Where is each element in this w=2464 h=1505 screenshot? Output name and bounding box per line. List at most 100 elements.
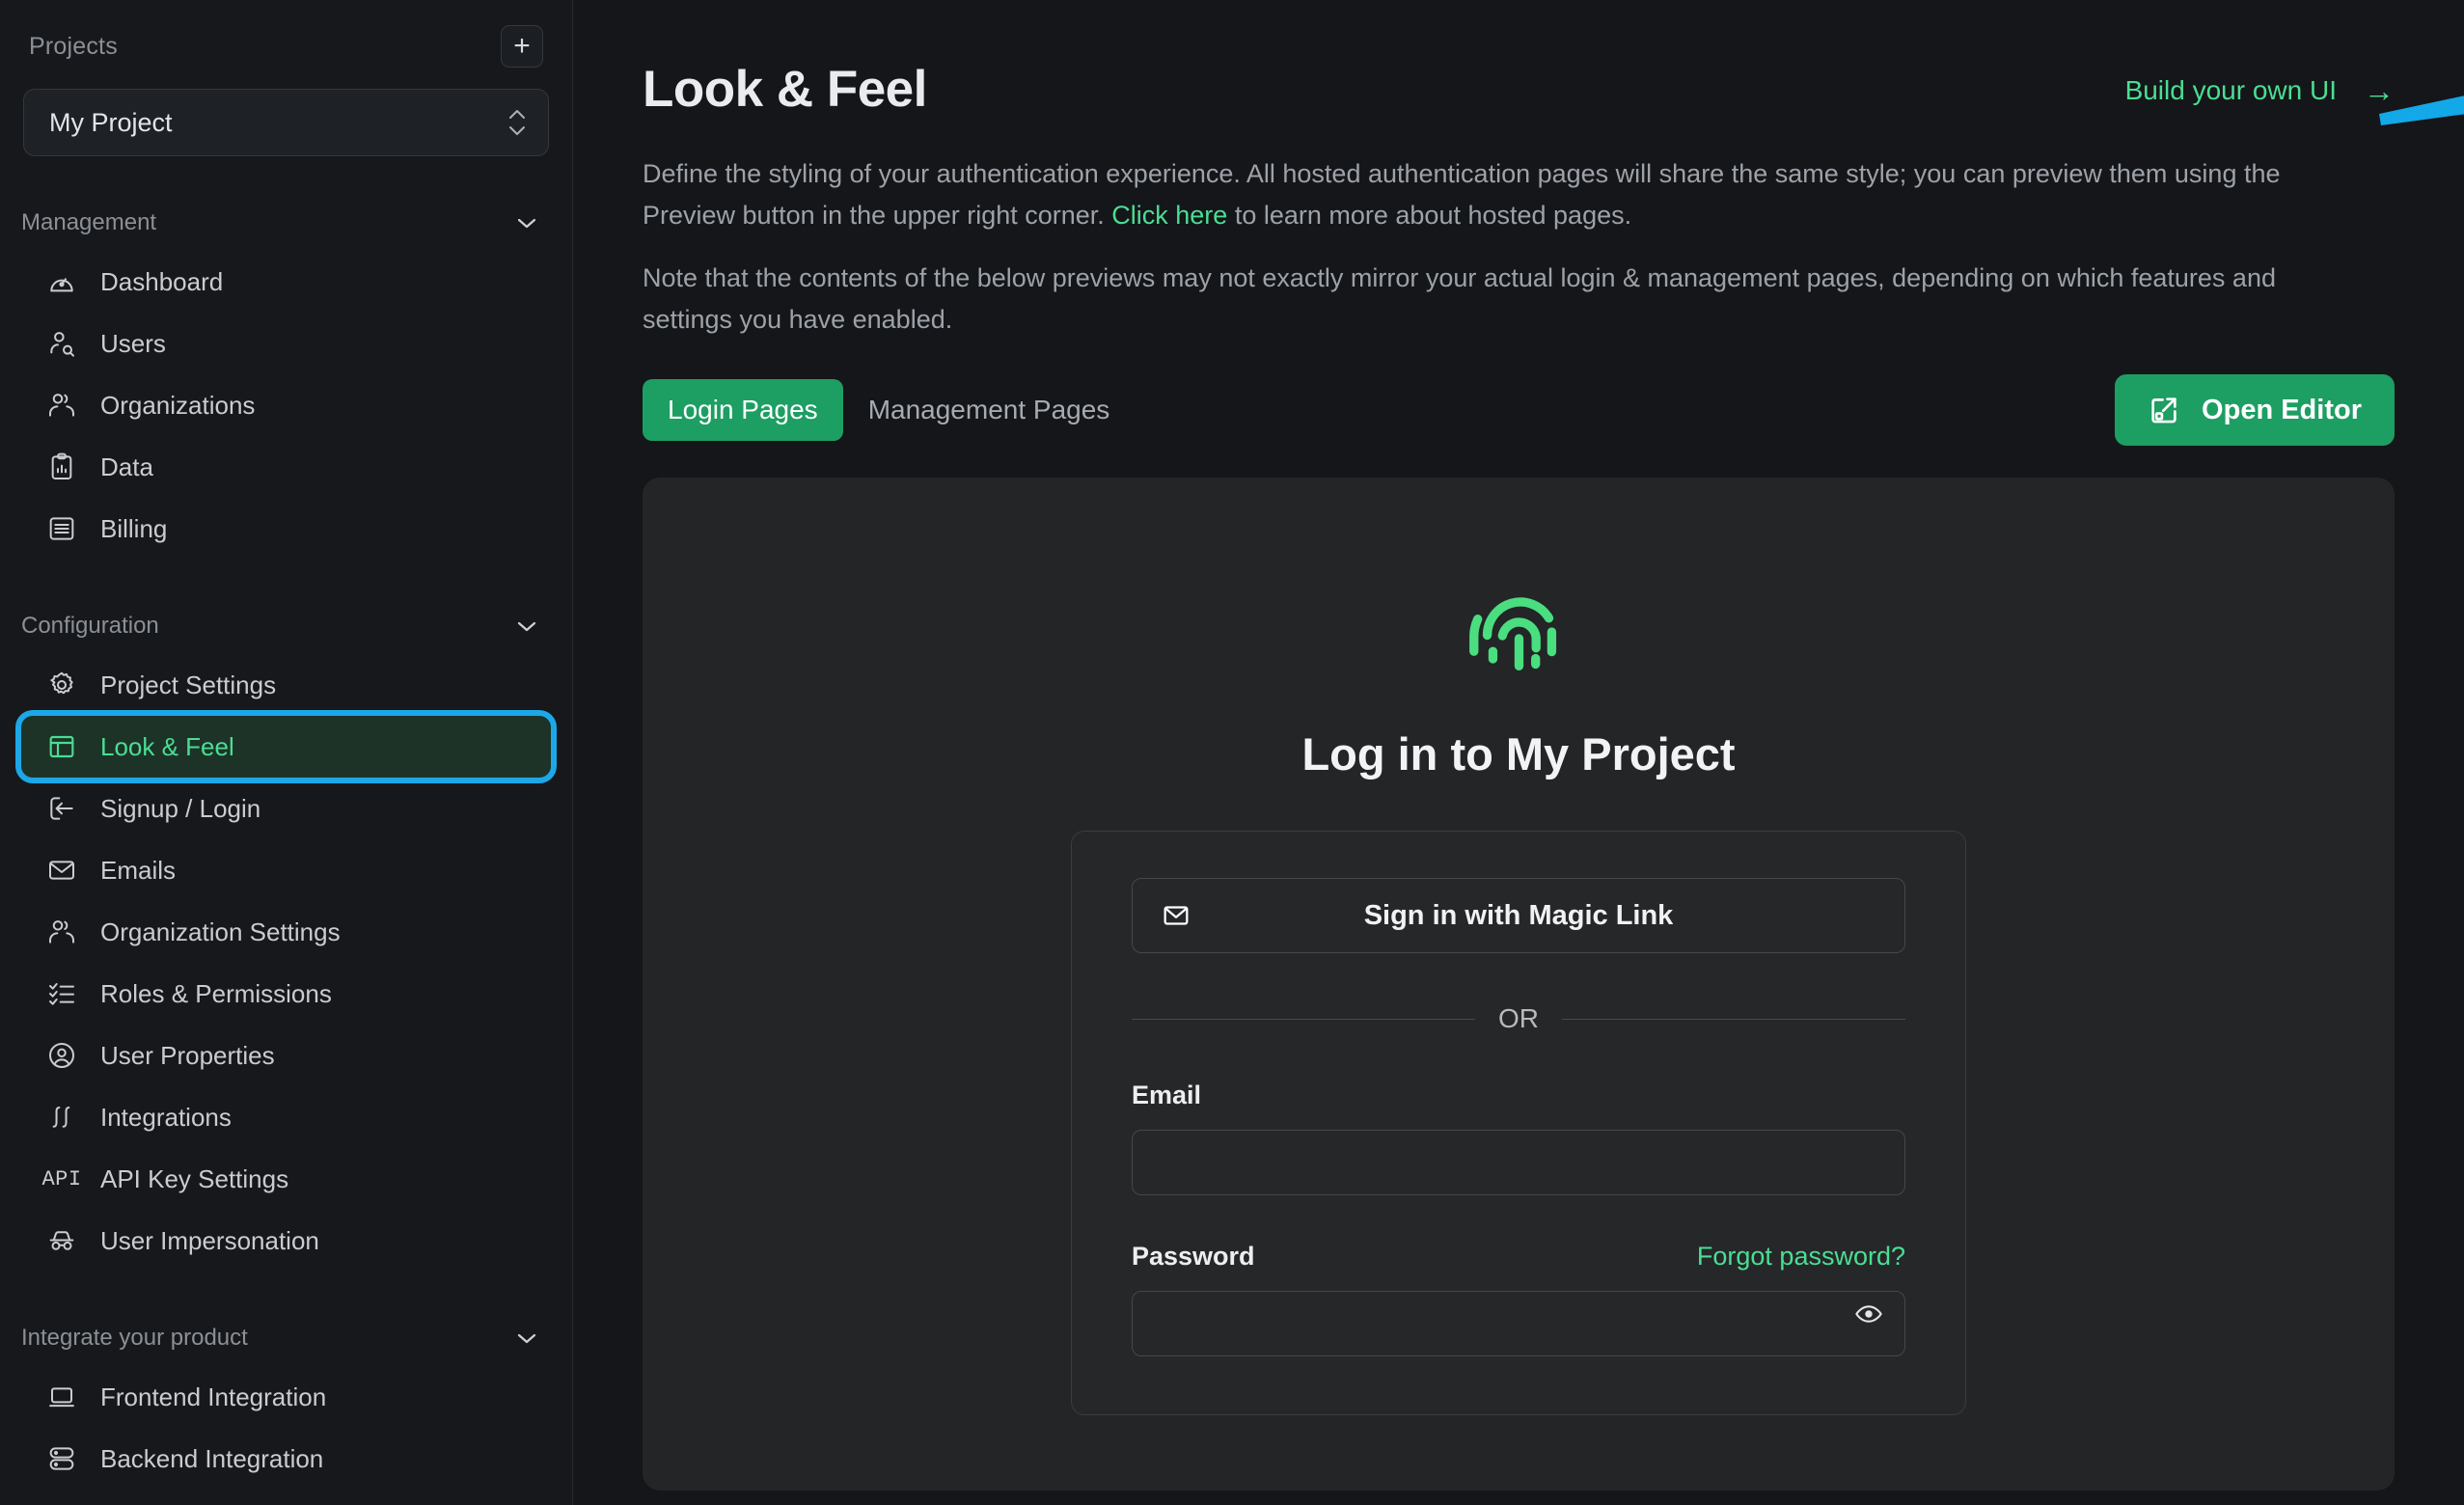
gauge-icon <box>44 264 79 299</box>
sidebar-item-users[interactable]: Users <box>21 313 551 374</box>
email-input[interactable] <box>1132 1130 1905 1195</box>
sidebar-item-backend-integration[interactable]: Backend Integration <box>21 1428 551 1490</box>
description-paragraph-1: Define the styling of your authenticatio… <box>643 153 2360 236</box>
sidebar-item-label: User Impersonation <box>100 1225 319 1255</box>
sidebar-item-label: Project Settings <box>100 670 277 699</box>
build-link-label: Build your own UI <box>2124 75 2337 105</box>
fingerprint-icon <box>1469 597 1557 671</box>
nav-list-management: Dashboard Users Organizations Data Billi… <box>0 251 572 560</box>
group-title-management: Management <box>21 209 157 235</box>
tab-management-pages[interactable]: Management Pages <box>843 379 1136 441</box>
divider-line-right <box>1562 1018 1905 1020</box>
sidebar-item-label: Emails <box>100 855 177 885</box>
sidebar-item-label: Billing <box>100 513 168 543</box>
sidebar-item-terraform[interactable]: Terraform <box>21 1490 551 1505</box>
main-content: Look & Feel Build your own UI → Define t… <box>573 0 2464 1505</box>
selected-project-label: My Project <box>49 107 173 137</box>
sidebar-item-roles-permissions[interactable]: Roles & Permissions <box>21 963 551 1025</box>
user-search-icon <box>44 326 79 361</box>
sidebar-projects-header: Projects + <box>0 0 572 68</box>
projects-label: Projects <box>29 32 118 60</box>
open-editor-label: Open Editor <box>2202 394 2362 425</box>
sidebar-item-organization-settings[interactable]: Organization Settings <box>21 901 551 963</box>
tab-login-pages[interactable]: Login Pages <box>643 379 843 441</box>
login-form-box: Sign in with Magic Link OR Email Passwor… <box>1071 831 1966 1415</box>
sidebar-item-user-impersonation[interactable]: User Impersonation <box>21 1210 551 1272</box>
forgot-password-link[interactable]: Forgot password? <box>1697 1242 1905 1272</box>
password-input[interactable] <box>1132 1291 1905 1356</box>
users-icon <box>44 388 79 423</box>
build-your-own-ui-link[interactable]: Build your own UI → <box>2125 75 2395 106</box>
eye-icon[interactable] <box>1853 1299 1884 1329</box>
nav-list-configuration: Project Settings Look & Feel Signup / Lo… <box>0 654 572 1272</box>
list-card-icon <box>44 511 79 546</box>
browser-window-icon <box>44 729 79 764</box>
app-root: Projects + My Project Management Dashboa… <box>0 0 2464 1505</box>
sidebar-item-label: API Key Settings <box>100 1163 289 1193</box>
sidebar-item-label: Signup / Login <box>100 793 261 823</box>
sidebar-item-integrations[interactable]: Integrations <box>21 1086 551 1148</box>
sidebar-item-emails[interactable]: Emails <box>21 839 551 901</box>
password-field-group: Password Forgot password? <box>1132 1242 1905 1356</box>
magic-link-label: Sign in with Magic Link <box>1363 899 1674 931</box>
password-field-header: Password Forgot password? <box>1132 1242 1905 1272</box>
plus-icon: + <box>513 30 531 62</box>
server-icon <box>44 1441 79 1476</box>
or-divider: OR <box>1132 1003 1905 1034</box>
gear-icon <box>44 668 79 702</box>
sidebar-item-dashboard[interactable]: Dashboard <box>21 251 551 313</box>
sidebar-item-label: Integrations <box>100 1102 232 1132</box>
sidebar-item-frontend-integration[interactable]: Frontend Integration <box>21 1366 551 1428</box>
click-here-link[interactable]: Click here <box>1111 201 1227 230</box>
password-input-wrap <box>1132 1272 1905 1356</box>
password-label: Password <box>1132 1242 1255 1271</box>
sidebar-item-label: Frontend Integration <box>100 1382 327 1411</box>
add-project-button[interactable]: + <box>501 25 543 68</box>
sidebar-item-label: Users <box>100 328 166 358</box>
sidebar-item-user-properties[interactable]: User Properties <box>21 1025 551 1086</box>
sidebar-item-billing[interactable]: Billing <box>21 498 551 560</box>
envelope-icon <box>1160 899 1192 932</box>
description-text-1b: to learn more about hosted pages. <box>1227 201 1632 230</box>
users-icon <box>44 915 79 949</box>
laptop-icon <box>44 1380 79 1414</box>
preview-tabs: Login Pages Management Pages Open Editor <box>643 374 2395 446</box>
chevron-up-down-icon <box>507 109 527 136</box>
fingerprint-logo <box>1462 574 1575 693</box>
or-label: OR <box>1498 1003 1539 1033</box>
nav-list-integrate: Frontend Integration Backend Integration… <box>0 1366 572 1505</box>
email-field-header: Email <box>1132 1081 1905 1110</box>
checklist-icon <box>44 976 79 1011</box>
sidebar-item-label: Organization Settings <box>100 917 341 946</box>
email-input-wrap <box>1132 1110 1905 1195</box>
sidebar-item-label: Roles & Permissions <box>100 978 332 1008</box>
sidebar-item-label: Backend Integration <box>100 1443 324 1473</box>
open-editor-button[interactable]: Open Editor <box>2115 374 2395 446</box>
clipboard-chart-icon <box>44 450 79 484</box>
sidebar-group-configuration[interactable]: Configuration <box>0 610 572 643</box>
sidebar-group-integrate[interactable]: Integrate your product <box>0 1322 572 1354</box>
project-selector[interactable]: My Project <box>23 89 549 156</box>
chevron-down-icon <box>517 621 536 632</box>
sidebar-item-look-and-feel[interactable]: Look & Feel <box>15 710 557 783</box>
sidebar-item-project-settings[interactable]: Project Settings <box>21 654 551 716</box>
external-editor-icon <box>2151 397 2177 424</box>
sidebar: Projects + My Project Management Dashboa… <box>0 0 573 1505</box>
sidebar-item-api-key-settings[interactable]: API API Key Settings <box>21 1148 551 1210</box>
sidebar-item-organizations[interactable]: Organizations <box>21 374 551 436</box>
divider-line-left <box>1132 1018 1475 1020</box>
sign-in-magic-link-button[interactable]: Sign in with Magic Link <box>1132 878 1905 953</box>
group-title-integrate: Integrate your product <box>21 1325 248 1351</box>
chevron-down-icon <box>517 218 536 229</box>
sidebar-item-signup-login[interactable]: Signup / Login <box>21 778 551 839</box>
login-arrow-icon <box>44 791 79 826</box>
sidebar-item-data[interactable]: Data <box>21 436 551 498</box>
sidebar-group-management[interactable]: Management <box>0 206 572 239</box>
sidebar-item-label: Dashboard <box>100 266 224 296</box>
chevron-down-icon <box>517 1333 536 1344</box>
page-description: Define the styling of your authenticatio… <box>643 153 2395 341</box>
envelope-icon <box>44 853 79 888</box>
sidebar-item-label: User Properties <box>100 1040 275 1070</box>
login-preview-title: Log in to My Project <box>1301 728 1736 780</box>
description-paragraph-2: Note that the contents of the below prev… <box>643 263 2276 334</box>
